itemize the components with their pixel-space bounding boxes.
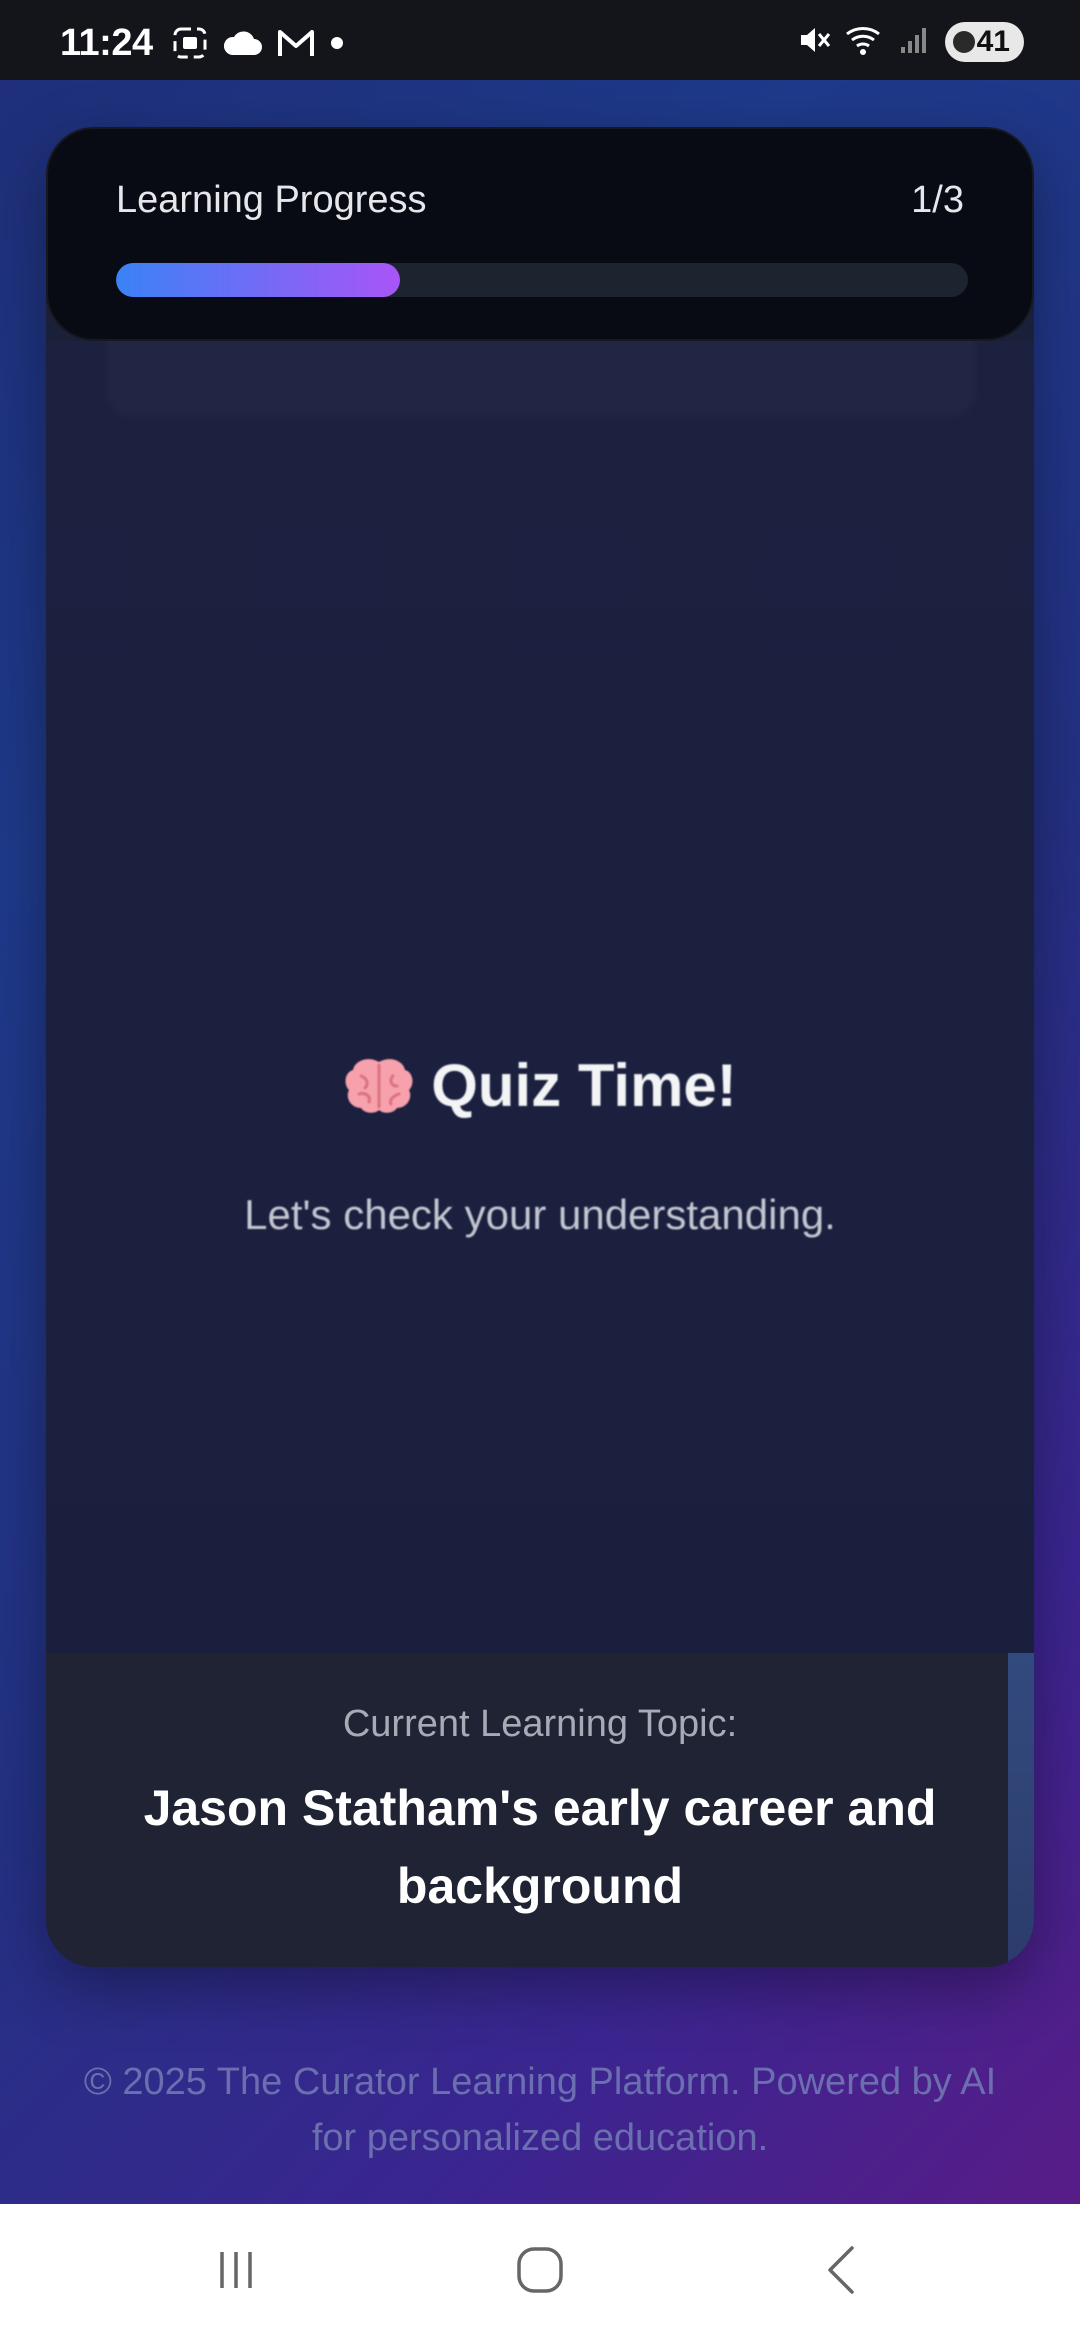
battery-saver-icon <box>952 31 975 53</box>
progress-panel: Learning Progress 1/3 <box>46 127 1034 341</box>
quiz-area: Quiz Time! Let's check your understandin… <box>46 341 1034 1781</box>
learning-card: Quiz Time! Let's check your understandin… <box>46 127 1034 1967</box>
progress-bar-fill <box>116 263 400 297</box>
dot-icon <box>330 36 344 55</box>
home-button[interactable] <box>490 2232 590 2312</box>
back-button[interactable] <box>792 2232 892 2312</box>
recent-apps-icon <box>212 2246 260 2299</box>
quiz-title: Quiz Time! <box>431 1052 737 1119</box>
footer-copyright: © 2025 The Curator Learning Platform. Po… <box>83 2061 997 2159</box>
topic-label: Current Learning Topic: <box>342 1703 738 1745</box>
progress-count: 1/3 <box>911 179 964 221</box>
system-navigation-bar <box>0 2204 1080 2340</box>
recent-apps-button[interactable] <box>186 2232 286 2312</box>
progress-bar <box>116 263 968 297</box>
home-icon <box>514 2244 566 2301</box>
battery-icon: 41 <box>944 22 1024 62</box>
progress-label: Learning Progress <box>116 179 427 221</box>
battery-level: 41 <box>976 25 1010 58</box>
status-left-icons <box>172 26 344 65</box>
status-bar: 11:24 41 <box>0 0 1080 80</box>
signal-icon <box>899 25 931 60</box>
screen-capture-icon <box>172 26 208 65</box>
cloud-icon <box>222 29 262 62</box>
topic-title: Jason Statham's early career and backgro… <box>143 1780 937 1914</box>
wifi-icon <box>845 24 885 61</box>
quiz-heading: Quiz Time! <box>46 1051 1034 1120</box>
back-icon <box>820 2244 864 2301</box>
quiz-subtitle: Let's check your understanding. <box>244 1191 836 1238</box>
status-right-icons: 41 <box>797 22 1024 62</box>
gmail-icon <box>276 28 316 63</box>
status-time: 11:24 <box>60 22 153 64</box>
mute-icon <box>797 23 831 62</box>
brain-icon <box>343 1056 415 1116</box>
